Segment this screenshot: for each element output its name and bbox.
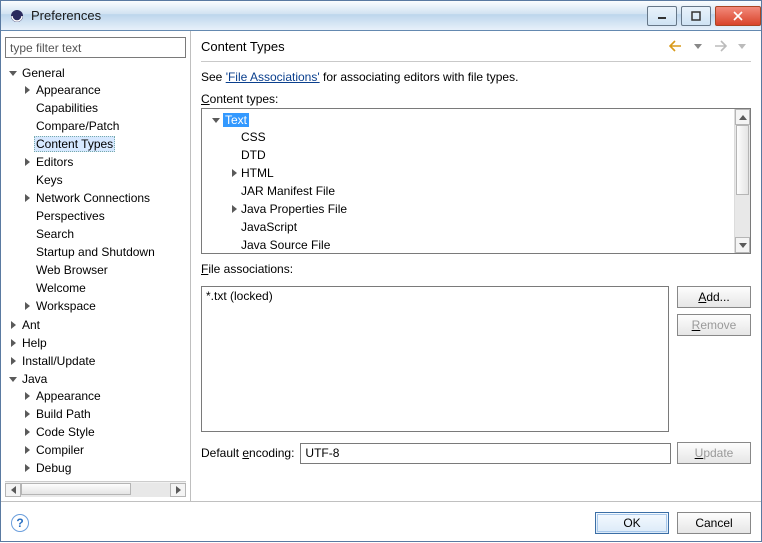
file-associations-list[interactable]: *.txt (locked) [201, 286, 669, 432]
collapse-icon[interactable] [210, 114, 222, 126]
back-button[interactable] [667, 37, 685, 55]
scrollbar-thumb[interactable] [21, 483, 131, 495]
tree-item-startup[interactable]: Startup and Shutdown [21, 243, 186, 261]
scroll-down-icon[interactable] [735, 237, 750, 253]
tree-item-workspace[interactable]: Workspace [21, 297, 186, 315]
tree-item-java[interactable]: Java Appearance Build Path Code Style Co… [7, 370, 186, 481]
ct-item-javascript[interactable]: JavaScript [228, 218, 732, 236]
expand-icon[interactable] [7, 337, 19, 349]
remove-button[interactable]: Remove [677, 314, 751, 336]
expand-icon[interactable] [21, 426, 33, 438]
content-types-label: CContent types:ontent types: [201, 92, 751, 106]
expand-icon[interactable] [228, 167, 240, 179]
close-button[interactable] [715, 6, 761, 26]
tree-item-capabilities[interactable]: Capabilities [21, 99, 186, 117]
tree-item-perspectives[interactable]: Perspectives [21, 207, 186, 225]
window-title: Preferences [31, 8, 643, 23]
tree-item-ant[interactable]: Ant [7, 316, 186, 334]
collapse-icon[interactable] [7, 373, 19, 385]
tree-item-content-types[interactable]: Content Types [21, 135, 186, 153]
update-button[interactable]: Update [677, 442, 751, 464]
tree-item-general[interactable]: General Appearance Capabilities Compare/… [7, 64, 186, 316]
titlebar: Preferences [1, 1, 761, 31]
ct-item-dtd[interactable]: DTD [228, 146, 732, 164]
preferences-tree[interactable]: General Appearance Capabilities Compare/… [5, 64, 186, 481]
minimize-button[interactable] [647, 6, 677, 26]
content-types-tree[interactable]: Text CSS DTD HTML JAR Manifest File Java… [201, 108, 751, 254]
forward-dropdown-icon[interactable] [733, 37, 751, 55]
expand-icon[interactable] [21, 300, 33, 312]
ct-item-html[interactable]: HTML [228, 164, 732, 182]
tree-item-java-appearance[interactable]: Appearance [21, 387, 186, 405]
forward-button[interactable] [711, 37, 729, 55]
maximize-button[interactable] [681, 6, 711, 26]
default-encoding-label: Default encoding: [201, 446, 294, 460]
expand-icon[interactable] [21, 156, 33, 168]
tree-item-editors[interactable]: Editors [21, 153, 186, 171]
tree-item-java-debug[interactable]: Debug [21, 459, 186, 477]
ct-item-jar-manifest[interactable]: JAR Manifest File [228, 182, 732, 200]
ct-item-text[interactable]: Text CSS DTD HTML JAR Manifest File Java… [210, 111, 732, 253]
expand-icon[interactable] [21, 444, 33, 456]
back-dropdown-icon[interactable] [689, 37, 707, 55]
cancel-button[interactable]: Cancel [677, 512, 751, 534]
hint-text: See 'File Associations' for associating … [201, 70, 751, 84]
sidebar-horizontal-scrollbar[interactable] [5, 481, 186, 497]
expand-icon[interactable] [21, 462, 33, 474]
content-types-vertical-scrollbar[interactable] [734, 109, 750, 253]
tree-item-help[interactable]: Help [7, 334, 186, 352]
tree-item-java-build-path[interactable]: Build Path [21, 405, 186, 423]
ct-item-java-properties[interactable]: Java Properties File [228, 200, 732, 218]
preferences-sidebar: General Appearance Capabilities Compare/… [1, 31, 191, 501]
tree-item-web-browser[interactable]: Web Browser [21, 261, 186, 279]
dialog-footer: ? OK Cancel [1, 501, 761, 543]
scroll-up-icon[interactable] [735, 109, 750, 125]
collapse-icon[interactable] [7, 67, 19, 79]
page-title: Content Types [201, 39, 667, 54]
expand-icon[interactable] [21, 192, 33, 204]
tree-item-search[interactable]: Search [21, 225, 186, 243]
file-associations-label: File associations: [201, 262, 751, 276]
tree-item-network[interactable]: Network Connections [21, 189, 186, 207]
expand-icon[interactable] [7, 319, 19, 331]
tree-item-java-compiler[interactable]: Compiler [21, 441, 186, 459]
main-panel: Content Types See 'File Associations' fo… [191, 31, 761, 501]
expand-icon[interactable] [21, 84, 33, 96]
scrollbar-thumb[interactable] [736, 125, 749, 195]
help-icon[interactable]: ? [11, 514, 29, 532]
expand-icon[interactable] [7, 355, 19, 367]
expand-icon[interactable] [21, 408, 33, 420]
add-button[interactable]: AAdd...dd... [677, 286, 751, 308]
ct-item-java-source[interactable]: Java Source File [228, 236, 732, 253]
scroll-left-icon[interactable] [5, 483, 21, 497]
tree-item-compare-patch[interactable]: Compare/Patch [21, 117, 186, 135]
ct-item-css[interactable]: CSS [228, 128, 732, 146]
scroll-right-icon[interactable] [170, 483, 186, 497]
app-icon [9, 8, 25, 24]
filter-input[interactable] [5, 37, 186, 58]
tree-item-install-update[interactable]: Install/Update [7, 352, 186, 370]
ok-button[interactable]: OK [595, 512, 669, 534]
file-association-item[interactable]: *.txt (locked) [206, 289, 664, 305]
tree-item-welcome[interactable]: Welcome [21, 279, 186, 297]
expand-icon[interactable] [228, 203, 240, 215]
tree-item-appearance[interactable]: Appearance [21, 81, 186, 99]
default-encoding-input[interactable] [300, 443, 671, 464]
tree-item-keys[interactable]: Keys [21, 171, 186, 189]
file-associations-link[interactable]: 'File Associations' [226, 70, 320, 84]
expand-icon[interactable] [21, 390, 33, 402]
tree-item-java-code-style[interactable]: Code Style [21, 423, 186, 441]
